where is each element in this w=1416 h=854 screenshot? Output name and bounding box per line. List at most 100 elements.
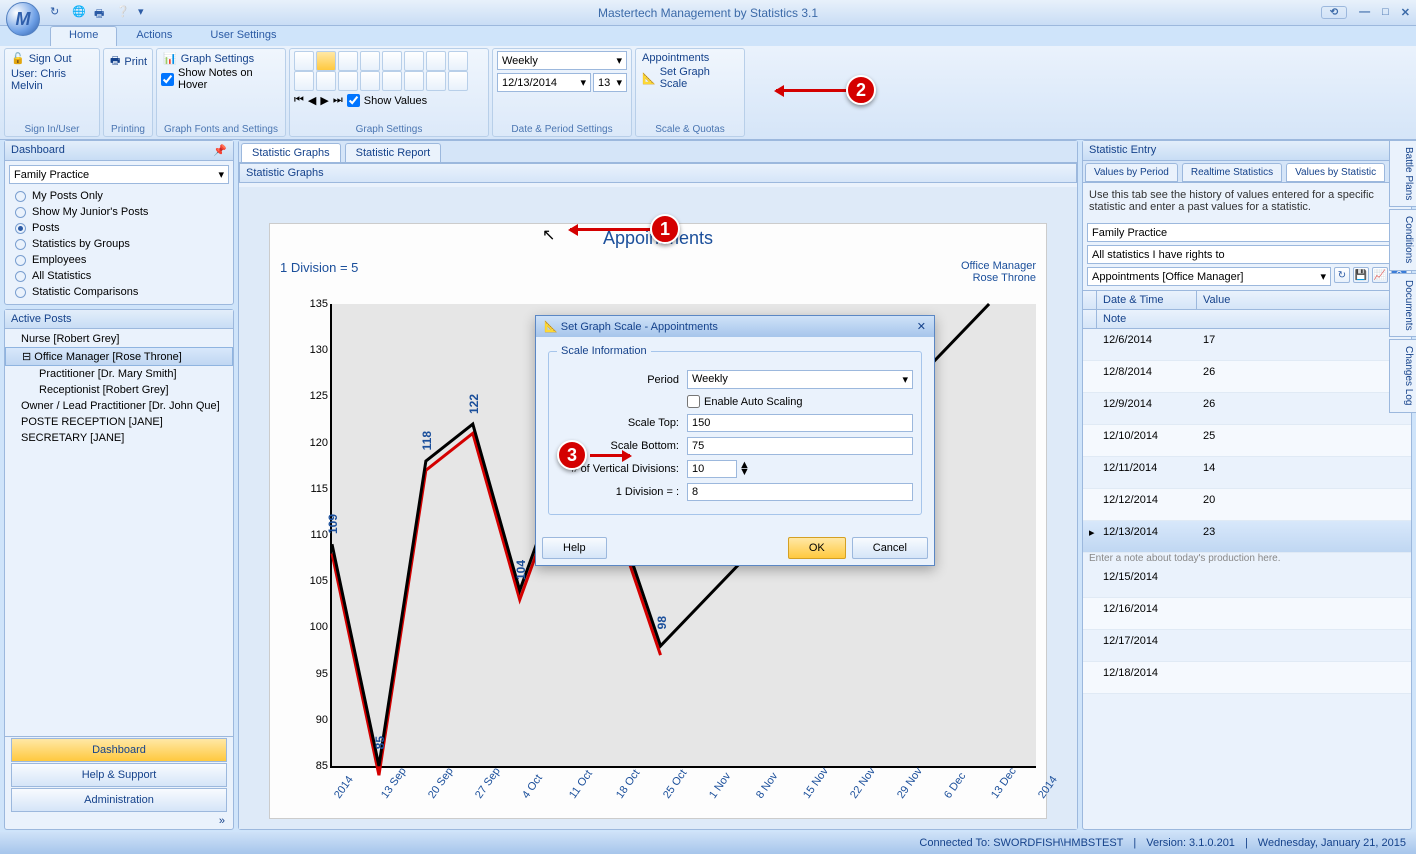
help-icon[interactable]: ❔	[116, 5, 132, 21]
ok-button[interactable]: OK	[788, 537, 846, 559]
print-button[interactable]: 🖶 Print	[108, 51, 148, 72]
table-row[interactable]: ▸12/13/201423	[1083, 521, 1411, 553]
tree-item[interactable]: ⊟ Office Manager [Rose Throne]	[5, 347, 233, 366]
col-date[interactable]: Date & Time	[1097, 291, 1197, 309]
rights-combo[interactable]: All statistics I have rights to▾	[1087, 245, 1407, 264]
tree-item[interactable]: Owner / Lead Practitioner [Dr. John Que]	[5, 398, 233, 414]
table-row[interactable]: 12/9/201426	[1083, 393, 1411, 425]
table-row[interactable]: 12/15/2014	[1083, 566, 1411, 598]
link-icon[interactable]: ⟲	[1321, 6, 1347, 19]
table-row[interactable]: 12/6/201417	[1083, 329, 1411, 361]
radio-my-posts-only[interactable]: My Posts Only	[9, 188, 229, 204]
chart-icon[interactable]: 📈	[1372, 267, 1388, 283]
divisions-input[interactable]	[687, 460, 737, 478]
period-select[interactable]: Weekly▾	[687, 370, 913, 389]
radio-posts[interactable]: Posts	[9, 220, 229, 236]
help-button[interactable]: Help	[542, 537, 607, 559]
tool-icon[interactable]	[294, 71, 314, 91]
sign-out-button[interactable]: 🔓 Sign Out	[9, 51, 95, 66]
tab-statistic-report[interactable]: Statistic Report	[345, 143, 442, 162]
vtab-conditions[interactable]: Conditions	[1389, 209, 1416, 270]
radio-employees[interactable]: Employees	[9, 252, 229, 268]
tab-realtime-stats[interactable]: Realtime Statistics	[1182, 163, 1282, 182]
table-row[interactable]: 12/18/2014	[1083, 662, 1411, 694]
minimize-button[interactable]: —	[1359, 6, 1370, 19]
tree-item[interactable]: Nurse [Robert Grey]	[5, 331, 233, 347]
practice-combo-2[interactable]: Family Practice▾	[1087, 223, 1407, 242]
tab-user-settings[interactable]: User Settings	[191, 26, 295, 46]
refresh-icon[interactable]: ↻	[50, 5, 66, 21]
tab-actions[interactable]: Actions	[117, 26, 191, 46]
statistic-combo[interactable]: Appointments [Office Manager]▾	[1087, 267, 1331, 286]
date-picker[interactable]: 12/13/2014▾	[497, 73, 591, 92]
tree-item[interactable]: Practitioner [Dr. Mary Smith]	[5, 366, 233, 382]
radio-statistic-comparisons[interactable]: Statistic Comparisons	[9, 284, 229, 300]
tool-icon[interactable]	[316, 71, 336, 91]
tree-item[interactable]: SECRETARY [JANE]	[5, 430, 233, 446]
tab-statistic-graphs[interactable]: Statistic Graphs	[241, 143, 341, 162]
tree-item[interactable]: Receptionist [Robert Grey]	[5, 382, 233, 398]
radio-all-statistics[interactable]: All Statistics	[9, 268, 229, 284]
dialog-close-icon[interactable]: ✕	[917, 320, 926, 333]
table-row[interactable]: 12/8/201426	[1083, 361, 1411, 393]
tree-item[interactable]: POSTE RECEPTION [JANE]	[5, 414, 233, 430]
graph-settings-button[interactable]: 📊 Graph Settings	[161, 51, 281, 66]
vtab-documents[interactable]: Documents	[1389, 273, 1416, 338]
radio-show-my-junior-s-posts[interactable]: Show My Junior's Posts	[9, 204, 229, 220]
nav-first-icon[interactable]: ⏮	[294, 94, 304, 107]
table-row[interactable]: 12/12/201420	[1083, 489, 1411, 521]
pin-icon[interactable]: 📌	[213, 144, 227, 157]
table-row[interactable]: 12/10/201425	[1083, 425, 1411, 457]
tab-home[interactable]: Home	[50, 26, 117, 46]
maximize-button[interactable]: □	[1382, 6, 1389, 19]
nav-prev-icon[interactable]: ◀	[308, 94, 316, 107]
tool-icon[interactable]	[448, 51, 468, 71]
print-icon[interactable]: 🖶	[94, 5, 110, 21]
tool-icon[interactable]	[426, 71, 446, 91]
tool-icon[interactable]	[404, 51, 424, 71]
tool-icon[interactable]	[316, 51, 336, 71]
tab-values-by-statistic[interactable]: Values by Statistic	[1286, 163, 1385, 182]
tool-icon[interactable]	[338, 71, 358, 91]
scale-bottom-input[interactable]	[687, 437, 913, 455]
vtab-changes-log[interactable]: Changes Log	[1389, 339, 1416, 413]
nav-next-icon[interactable]: ▶	[320, 94, 328, 107]
refresh-icon[interactable]: ↻	[1334, 267, 1350, 283]
set-graph-scale-button[interactable]: 📐 Set Graph Scale	[640, 65, 740, 91]
table-row[interactable]: 12/17/2014	[1083, 630, 1411, 662]
nav-last-icon[interactable]: ⏭	[333, 94, 343, 107]
qat-dropdown-icon[interactable]: ▾	[138, 5, 154, 21]
vtab-battle-plans[interactable]: Battle Plans	[1389, 140, 1416, 207]
col-note[interactable]: Note	[1097, 310, 1411, 328]
tool-icon[interactable]	[426, 51, 446, 71]
note-row[interactable]: Enter a note about today's production he…	[1083, 553, 1411, 566]
tool-icon[interactable]	[404, 71, 424, 91]
globe-icon[interactable]: 🌐	[72, 5, 88, 21]
tool-icon[interactable]	[382, 51, 402, 71]
show-notes-checkbox[interactable]: Show Notes on Hover	[161, 66, 281, 92]
tool-icon[interactable]	[448, 71, 468, 91]
show-values-checkbox[interactable]: Show Values	[347, 93, 427, 108]
col-value[interactable]: Value	[1197, 291, 1411, 309]
tool-icon[interactable]	[360, 71, 380, 91]
table-row[interactable]: 12/11/201414	[1083, 457, 1411, 489]
tool-icon[interactable]	[382, 71, 402, 91]
date-num-picker[interactable]: 13▾	[593, 73, 627, 92]
cancel-button[interactable]: Cancel	[852, 537, 928, 559]
table-row[interactable]: 12/16/2014	[1083, 598, 1411, 630]
tool-icon[interactable]	[338, 51, 358, 71]
one-division-input[interactable]	[687, 483, 913, 501]
save-icon[interactable]: 💾	[1353, 267, 1369, 283]
app-orb[interactable]: M	[6, 2, 40, 36]
tab-values-by-period[interactable]: Values by Period	[1085, 163, 1178, 182]
spin-down-icon[interactable]: ▼	[739, 469, 750, 476]
tool-icon[interactable]	[360, 51, 380, 71]
nav-help[interactable]: Help & Support	[11, 763, 227, 787]
close-button[interactable]: ✕	[1401, 6, 1410, 19]
nav-expand-icon[interactable]: »	[5, 813, 233, 829]
radio-statistics-by-groups[interactable]: Statistics by Groups	[9, 236, 229, 252]
auto-scaling-checkbox[interactable]: Enable Auto Scaling	[687, 394, 802, 409]
practice-combo[interactable]: Family Practice▾	[9, 165, 229, 184]
scale-top-input[interactable]	[687, 414, 913, 432]
nav-dashboard[interactable]: Dashboard	[11, 738, 227, 762]
